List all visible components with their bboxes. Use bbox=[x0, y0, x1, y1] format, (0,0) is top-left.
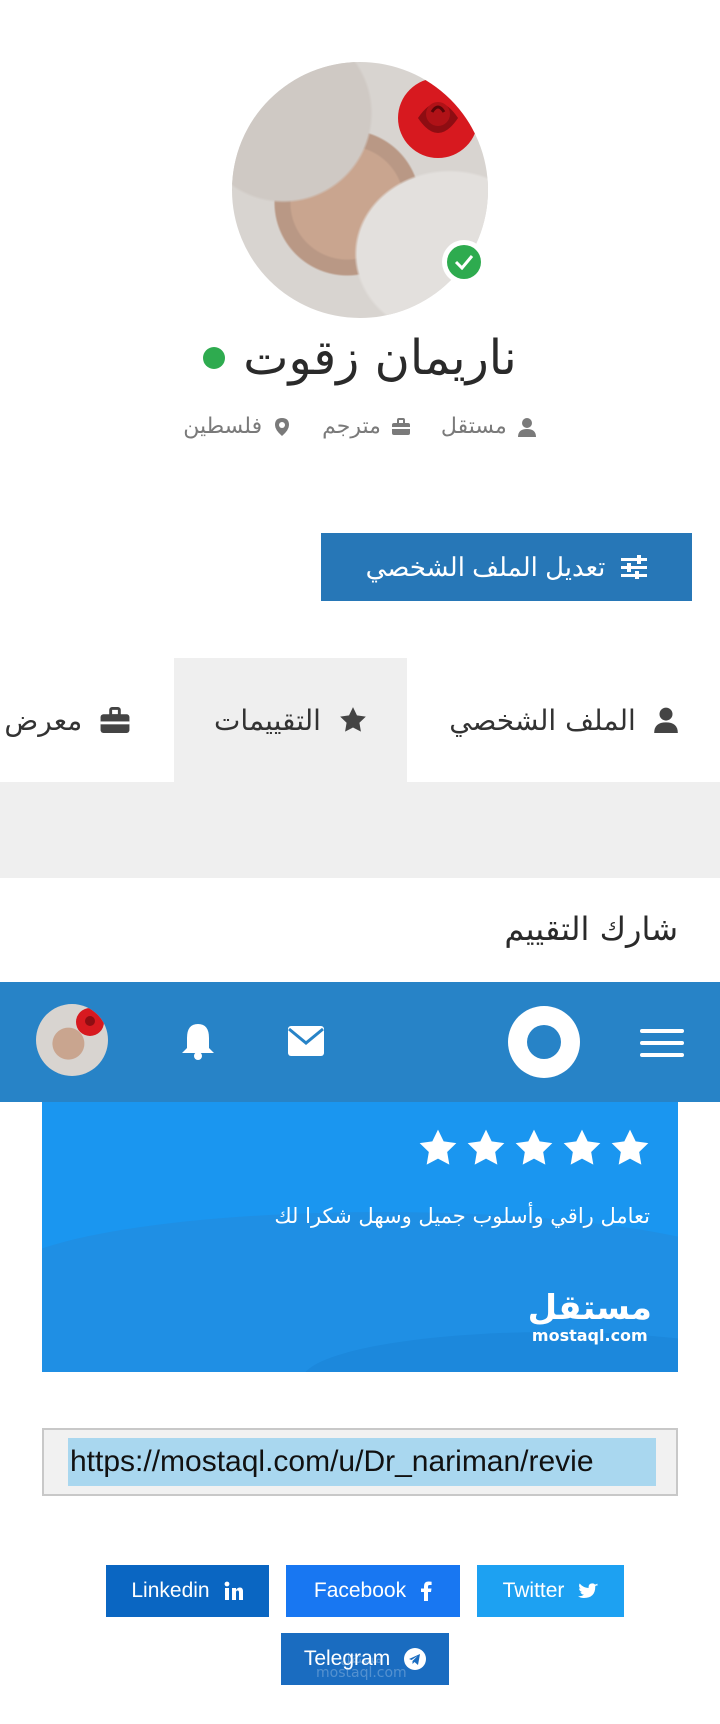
tab-portfolio[interactable]: معرض ا bbox=[0, 658, 174, 782]
user-icon bbox=[517, 417, 536, 437]
star-icon bbox=[340, 707, 366, 732]
meta-job: مترجم bbox=[322, 414, 411, 439]
star-icon bbox=[611, 1129, 649, 1165]
rose-icon bbox=[398, 78, 478, 158]
card-logo-ar: مستقل bbox=[527, 1288, 652, 1328]
meta-location: فلسطين bbox=[183, 414, 292, 439]
telegram-icon bbox=[404, 1648, 427, 1670]
briefcase-icon bbox=[391, 417, 410, 435]
star-icon bbox=[419, 1129, 457, 1165]
twitter-share-button[interactable]: Twitter bbox=[477, 1565, 624, 1617]
map-marker-icon bbox=[275, 417, 290, 436]
profile-meta: مستقل مترجم فلسطين bbox=[0, 414, 720, 439]
check-icon bbox=[454, 255, 474, 270]
meta-role: مستقل bbox=[441, 414, 537, 439]
star-icon bbox=[467, 1129, 505, 1165]
share-url-input[interactable]: https://mostaql.com/u/Dr_nariman/revie bbox=[68, 1438, 656, 1486]
mostaql-logo-icon[interactable] bbox=[508, 1006, 580, 1078]
edit-profile-button[interactable]: تعديل الملف الشخصي bbox=[321, 533, 692, 601]
linkedin-label: Linkedin bbox=[131, 1579, 210, 1602]
mostaql-card-logo: مستقل mostaql.com bbox=[528, 1290, 652, 1345]
review-text: تعامل راقي وأسلوب جميل وسهل شكرا لك bbox=[274, 1204, 650, 1228]
bell-icon[interactable] bbox=[180, 1022, 216, 1060]
profile-tabs: الملف الشخصي التقييمات معرض ا bbox=[0, 658, 720, 782]
tab-portfolio-label: معرض ا bbox=[0, 703, 83, 737]
twitter-icon bbox=[578, 1582, 599, 1598]
mostaql-watermark: مستقل mostaql.com bbox=[316, 1652, 407, 1680]
top-navbar bbox=[0, 982, 720, 1102]
rating-stars bbox=[418, 1128, 650, 1168]
edit-profile-label: تعديل الملف الشخصي bbox=[365, 551, 606, 582]
star-icon bbox=[563, 1129, 601, 1165]
linkedin-icon bbox=[224, 1581, 243, 1600]
sliders-icon bbox=[621, 555, 648, 579]
linkedin-share-button[interactable]: Linkedin bbox=[106, 1565, 269, 1617]
meta-location-text: فلسطين bbox=[183, 414, 263, 439]
verified-badge bbox=[442, 240, 486, 284]
watermark-ar: مستقل bbox=[340, 1651, 383, 1667]
facebook-icon bbox=[421, 1581, 432, 1601]
hamburger-icon[interactable] bbox=[640, 1029, 684, 1057]
share-url-box[interactable]: https://mostaql.com/u/Dr_nariman/revie bbox=[42, 1428, 678, 1496]
meta-role-text: مستقل bbox=[440, 414, 507, 439]
profile-avatar-wrap bbox=[232, 62, 488, 318]
briefcase-icon bbox=[100, 707, 130, 733]
tab-reviews-label: التقييمات bbox=[214, 703, 321, 737]
profile-name: ناريمان زقوت bbox=[243, 330, 517, 386]
card-logo-en: mostaql.com bbox=[531, 1326, 648, 1345]
user-avatar[interactable] bbox=[36, 1004, 108, 1076]
tab-reviews[interactable]: التقييمات bbox=[174, 658, 407, 782]
user-icon bbox=[654, 707, 678, 733]
star-icon bbox=[515, 1129, 553, 1165]
tab-profile-label: الملف الشخصي bbox=[449, 703, 636, 737]
facebook-label: Facebook bbox=[313, 1579, 407, 1602]
twitter-label: Twitter bbox=[502, 1579, 565, 1602]
envelope-icon[interactable] bbox=[288, 1026, 324, 1056]
tab-profile[interactable]: الملف الشخصي bbox=[407, 658, 720, 782]
meta-job-text: مترجم bbox=[322, 414, 381, 439]
facebook-share-button[interactable]: Facebook bbox=[286, 1565, 460, 1617]
review-share-card: تعامل راقي وأسلوب جميل وسهل شكرا لك مستق… bbox=[42, 1102, 678, 1372]
tab-strip bbox=[0, 782, 720, 878]
online-status-dot bbox=[203, 347, 226, 369]
profile-avatar bbox=[232, 62, 488, 318]
profile-name-row: ناريمان زقوت bbox=[0, 330, 720, 386]
watermark-en: mostaql.com bbox=[316, 1665, 407, 1681]
share-review-title: شارك التقييم bbox=[504, 910, 678, 948]
